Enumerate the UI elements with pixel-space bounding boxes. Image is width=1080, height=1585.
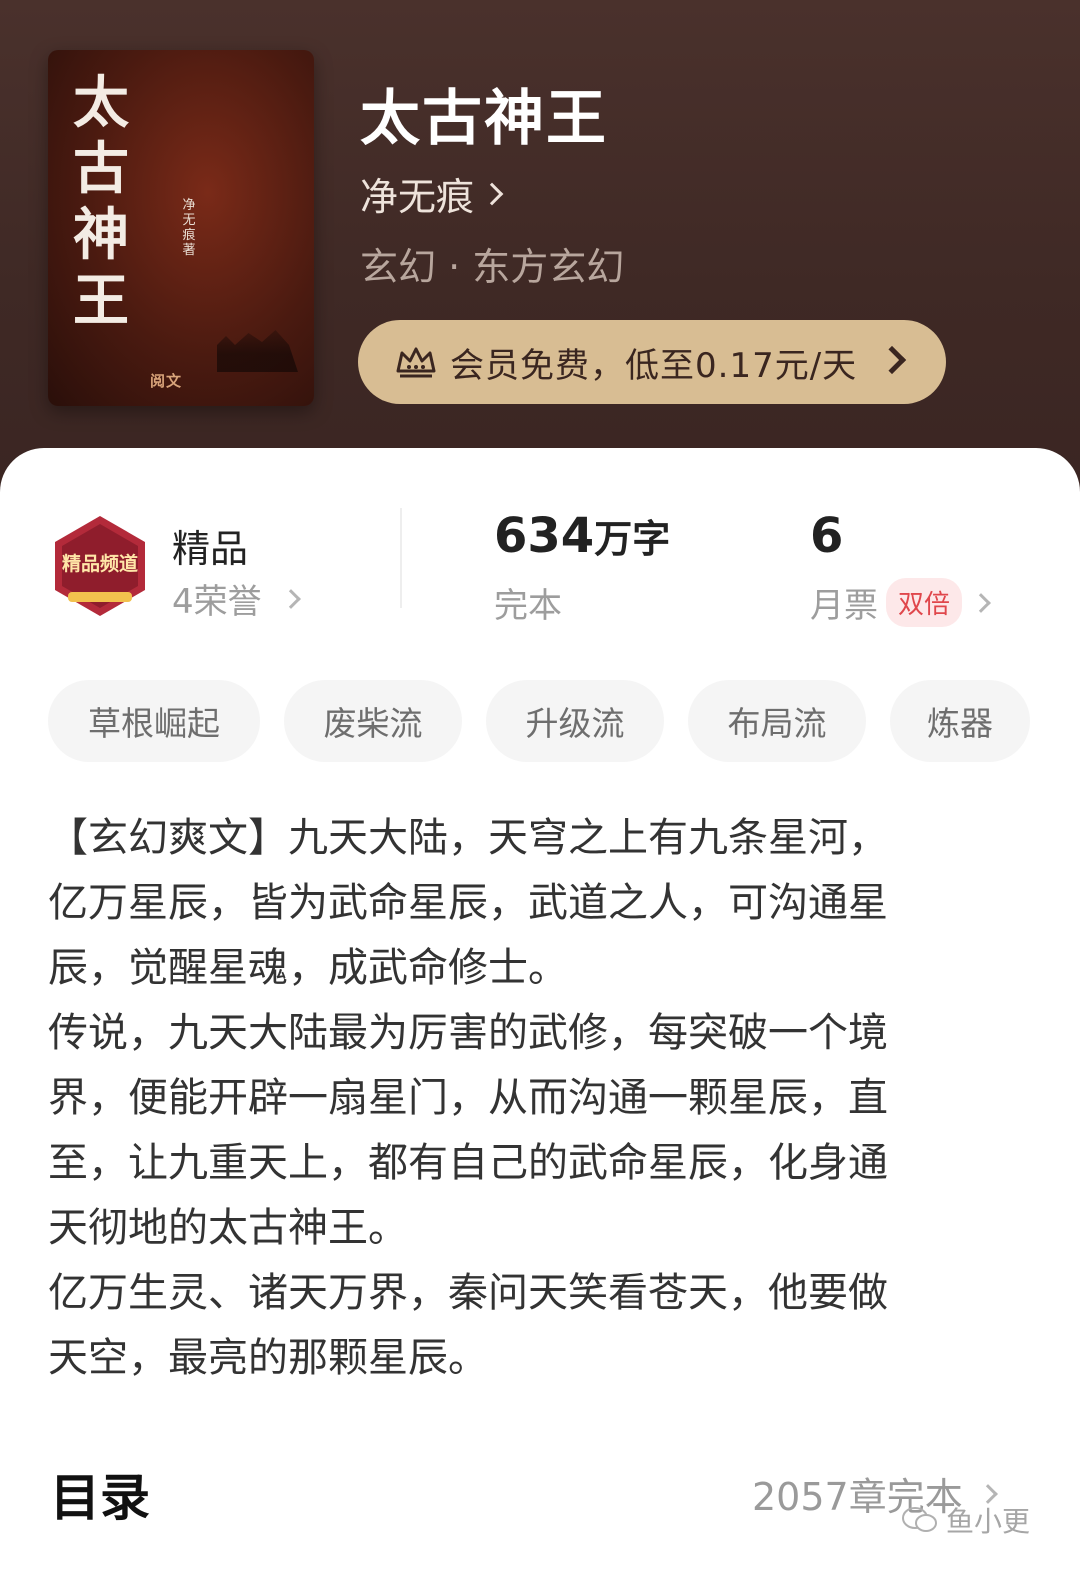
chevron-right-icon (280, 588, 301, 609)
monthly-ticket-label: 月票 (810, 586, 878, 626)
stats-divider (400, 508, 402, 608)
badge-text: 精品频道 (62, 552, 138, 575)
tag-item[interactable]: 炼器 (890, 680, 1030, 762)
tag-item[interactable]: 布局流 (688, 680, 866, 762)
word-count-value: 634 (494, 508, 595, 564)
word-count: 634万字 (494, 508, 670, 564)
chevron-right-icon (877, 345, 907, 375)
crown-icon (396, 347, 436, 378)
cover-title: 太古神王 (73, 70, 129, 334)
book-cover[interactable]: 太古神王 净无痕 著 阅文 (48, 50, 314, 406)
tag-item[interactable]: 废柴流 (284, 680, 462, 762)
honors-count: 4荣誉 (172, 582, 262, 622)
double-badge: 双倍 (886, 578, 963, 627)
watermark: 鱼小更 (900, 1500, 1030, 1540)
chevron-right-icon (480, 182, 504, 205)
quality-badge-icon: 精品频道 (55, 516, 145, 616)
monthly-ticket-link[interactable]: 月票 双倍 (810, 578, 991, 627)
book-genre: 玄幻 · 东方玄幻 (360, 245, 625, 289)
vip-text: 会员免费，低至0.17元/天 (450, 345, 858, 386)
toc-title: 目录 (50, 1469, 150, 1527)
book-status: 完本 (494, 586, 562, 626)
watermark-text: 鱼小更 (946, 1505, 1031, 1538)
chevron-right-icon (971, 592, 991, 613)
honors-link[interactable]: 4荣誉 (172, 574, 301, 623)
tag-list: 草根崛起 废柴流 升级流 布局流 炼器 (48, 680, 1030, 762)
cover-author: 净无痕 著 (182, 198, 196, 258)
vip-membership-button[interactable]: 会员免费，低至0.17元/天 (358, 320, 946, 404)
monthly-ticket-count: 6 (810, 508, 844, 564)
book-title: 太古神王 (360, 84, 608, 154)
tag-item[interactable]: 升级流 (486, 680, 664, 762)
book-description: 【玄幻爽文】九天大陆，天穹之上有九条星河， 亿万星辰，皆为武命星辰，武道之人，可… (48, 815, 888, 1381)
author-name: 净无痕 (360, 175, 475, 219)
book-header: 太古神王 净无痕 著 阅文 太古神王 净无痕 玄幻 · 东方玄幻 会员免费，低至… (0, 0, 1080, 520)
cover-illustration (217, 330, 298, 372)
word-count-unit: 万字 (594, 517, 671, 561)
cover-publisher: 阅文 (150, 372, 183, 390)
tag-item[interactable]: 草根崛起 (48, 680, 260, 762)
quality-label: 精品 (172, 527, 249, 571)
wechat-icon (902, 1507, 937, 1532)
author-link[interactable]: 净无痕 (360, 166, 504, 221)
